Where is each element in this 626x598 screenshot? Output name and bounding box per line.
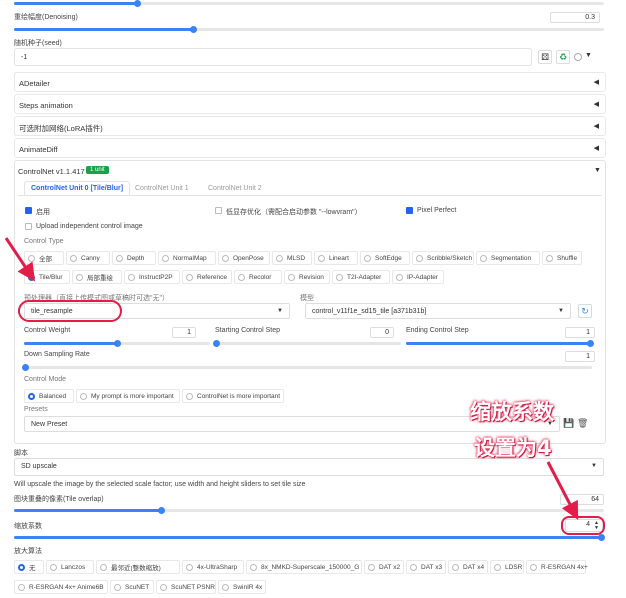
arrow-to-scale xyxy=(546,461,579,520)
arrow-to-tile-blur xyxy=(4,237,35,282)
annotation-arrows xyxy=(4,237,579,520)
